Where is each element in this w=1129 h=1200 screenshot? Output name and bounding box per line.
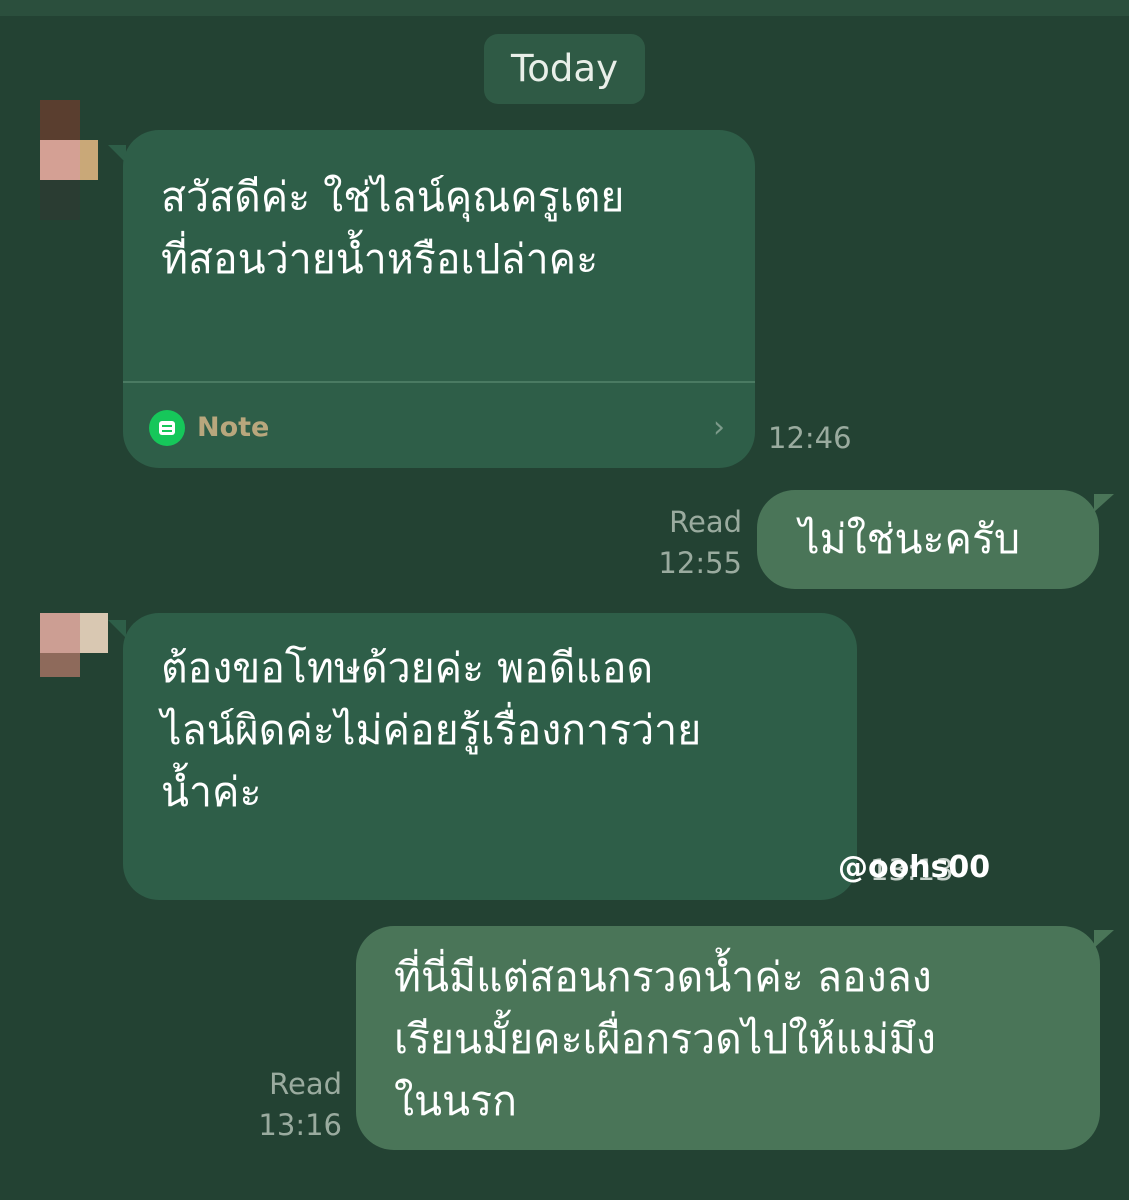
message-time: 13:16 [258,1108,342,1142]
message-text: ไม่ใช่นะครับ [799,515,1021,563]
note-icon [149,410,185,446]
bubble-tail [1094,494,1114,512]
message-text: ที่นี่มีแต่สอนกรวดน้ำค่ะ ลองลง เรียนมั้ย… [394,953,936,1125]
read-status: Read [669,505,742,539]
bubble-tail [108,620,126,638]
message-time: 12:55 [658,546,742,580]
message-bubble-outgoing[interactable]: ไม่ใช่นะครับ [757,490,1099,589]
watermark: @oohs00 [838,850,991,885]
message-bubble-incoming[interactable]: สวัสดีค่ะ ใช่ไลน์คุณครูเตย ที่สอนว่ายน้ำ… [123,130,755,468]
sender-avatar[interactable] [36,100,100,220]
bubble-tail [1094,930,1114,948]
message-text: สวัสดีค่ะ ใช่ไลน์คุณครูเตย ที่สอนว่ายน้ำ… [161,173,625,283]
date-separator: Today [484,34,645,104]
chevron-right-icon: › [713,410,725,445]
message-time: 12:46 [768,421,852,455]
message-bubble-incoming[interactable]: ต้องขอโทษด้วยค่ะ พอดีแอด ไลน์ผิดค่ะไม่ค่… [123,613,857,900]
read-status: Read [269,1067,342,1101]
note-divider [123,381,755,383]
sender-avatar[interactable] [36,613,108,677]
top-bar [0,0,1129,16]
note-label: Note [197,412,270,443]
note-attachment-link[interactable]: Note › [149,408,729,448]
message-text: ต้องขอโทษด้วยค่ะ พอดีแอด ไลน์ผิดค่ะไม่ค่… [161,644,702,816]
message-bubble-outgoing[interactable]: ที่นี่มีแต่สอนกรวดน้ำค่ะ ลองลง เรียนมั้ย… [356,926,1100,1150]
